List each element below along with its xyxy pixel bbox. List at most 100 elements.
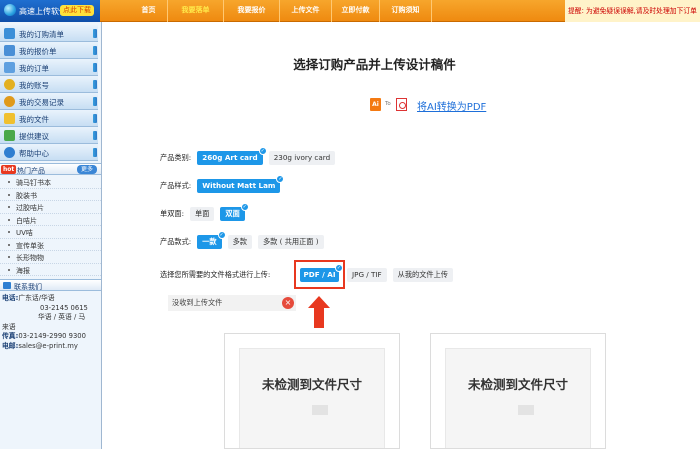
- nav-tab-quote[interactable]: 我要报价: [224, 0, 280, 22]
- file-size-status: 未检测到文件尺寸: [261, 377, 362, 392]
- upload-from-my-files[interactable]: 从我的文件上传: [392, 268, 453, 282]
- fax-label: 传真:: [2, 332, 19, 340]
- phone-number: 03-2145 0615: [40, 303, 88, 312]
- reminder-notice: 提醒: 为避免疑误误解,请及时处理加下订单: [565, 0, 700, 22]
- pdf-file-icon: [396, 98, 407, 111]
- product-list: 骑马钉书本 胶装书 过胶咭片 白咭片 UV咭 宣传单张 长形物物 海报: [0, 175, 101, 276]
- hot-badge: hot: [1, 165, 17, 174]
- product-label: 长形物物: [16, 254, 44, 262]
- product-item[interactable]: 宣传单张: [0, 239, 101, 251]
- product-item[interactable]: 长形物物: [0, 251, 101, 264]
- phone-languages: 华语 / 英语 / 马: [38, 313, 86, 321]
- more-button[interactable]: 更多: [76, 165, 97, 174]
- email-address[interactable]: sales@e-print.my: [18, 342, 78, 350]
- option-multi-design[interactable]: 多款: [227, 235, 252, 249]
- bullet-icon: [8, 231, 10, 233]
- sidebar-item-label: 提供建议: [19, 132, 49, 141]
- bullet-icon: [8, 218, 10, 221]
- sidebar-item-files[interactable]: 我的文件: [0, 110, 98, 127]
- file-size-card[interactable]: 未检测到文件尺寸: [430, 333, 606, 449]
- sidebar-item-cart[interactable]: 我的订购清单: [0, 25, 98, 42]
- file-size-card[interactable]: 未检测到文件尺寸: [224, 333, 400, 449]
- design-count-row: 产品款式: 一款 ✓ 多款 多款 ( 共用正面 ): [160, 231, 330, 250]
- chevron-right-icon: [93, 29, 97, 38]
- bullet-icon: [8, 193, 10, 196]
- user-icon: [4, 79, 15, 90]
- product-item[interactable]: 白咭片: [0, 214, 101, 226]
- option-pdf-ai[interactable]: PDF / AI ✓: [300, 264, 343, 282]
- option-label: 双面: [225, 209, 240, 218]
- envelope-icon: [3, 282, 11, 289]
- top-bar: 高速上传软件 点此下载 首页 我要落单 我要报价 上传文件 立即付款 订购须知 …: [0, 0, 700, 22]
- convert-ai-to-pdf-link[interactable]: 将AI转换为PDF: [417, 98, 486, 113]
- coins-icon: [4, 96, 15, 107]
- check-icon: ✓: [276, 175, 285, 183]
- option-single-side[interactable]: 单面: [190, 207, 215, 221]
- nav-tab-upload[interactable]: 上传文件: [280, 0, 332, 22]
- check-icon: ✓: [217, 231, 226, 239]
- option-jpg-tif[interactable]: JPG / TIF: [347, 268, 387, 282]
- main-nav: 首页 我要落单 我要报价 上传文件 立即付款 订购须知: [130, 0, 432, 22]
- download-badge[interactable]: 点此下载: [60, 5, 94, 16]
- option-multi-shared-front[interactable]: 多款 ( 共用正面 ): [257, 235, 324, 249]
- option-without-matt-lam[interactable]: Without Matt Lam ✓: [197, 175, 285, 193]
- sidebar-item-help[interactable]: 帮助中心: [0, 144, 98, 161]
- design-count-label: 产品款式:: [160, 237, 192, 246]
- hot-products-header: hot 热门产品 更多: [0, 163, 101, 175]
- nav-tab-home[interactable]: 首页: [130, 0, 168, 22]
- product-item[interactable]: 海报: [0, 264, 101, 276]
- to-label: To: [385, 101, 391, 107]
- contact-header: 联系我们: [0, 279, 101, 291]
- page-title: 选择订购产品并上传设计稿件: [293, 57, 456, 72]
- product-item[interactable]: 过胶咭片: [0, 201, 101, 214]
- folder-icon: [4, 113, 15, 124]
- sidebar-item-account[interactable]: 我的账号: [0, 76, 98, 93]
- product-label: 骑马钉书本: [16, 179, 51, 187]
- option-260g-art-card[interactable]: 260g Art card ✓: [197, 147, 267, 165]
- cart-icon: [4, 28, 15, 39]
- globe-icon: [4, 4, 16, 16]
- file-format-label: 选择您所需要的文件格式进行上传:: [160, 270, 271, 279]
- close-icon[interactable]: ×: [282, 297, 294, 309]
- sidebar-item-label: 我的订购清单: [19, 30, 64, 39]
- sidebar-item-orders[interactable]: 我的订单: [0, 59, 98, 76]
- chevron-right-icon: [93, 131, 97, 140]
- sides-label: 单双面:: [160, 209, 184, 218]
- product-category-row: 产品类别: 260g Art card ✓ 230g ivory card: [160, 147, 341, 166]
- nav-tab-notice[interactable]: 订购须知: [380, 0, 432, 22]
- option-230g-ivory-card[interactable]: 230g ivory card: [268, 151, 336, 165]
- option-double-side[interactable]: 双面 ✓: [220, 203, 249, 221]
- chevron-right-icon: [93, 97, 97, 106]
- product-item[interactable]: UV咭: [0, 226, 101, 239]
- hot-products-title: 热门产品: [17, 167, 45, 175]
- app-logo[interactable]: 高速上传软件 点此下载: [0, 0, 100, 22]
- check-icon: ✓: [240, 203, 249, 211]
- bullet-icon: [8, 206, 10, 208]
- pencil-icon: [4, 130, 15, 141]
- list-icon: [4, 45, 15, 56]
- nav-tab-order[interactable]: 我要落单: [168, 0, 224, 22]
- sidebar-item-quotes[interactable]: 我的报价单: [0, 42, 98, 59]
- upload-status-text: 没收到上传文件: [172, 298, 223, 307]
- sidebar-item-label: 我的交易记录: [19, 98, 64, 107]
- arrow-up-icon: [308, 296, 330, 328]
- product-item[interactable]: 胶装书: [0, 189, 101, 201]
- bullet-icon: [8, 181, 10, 183]
- product-item[interactable]: 骑马钉书本: [0, 176, 101, 189]
- sidebar-item-label: 我的文件: [19, 115, 49, 124]
- phone-languages-cont: 来语: [2, 322, 16, 331]
- option-one-design[interactable]: 一款 ✓: [197, 231, 226, 249]
- contact-info: 电话:广东话/华语 03-2145 0615 华语 / 英语 / 马 来语 传真…: [0, 291, 101, 351]
- contact-title: 联系我们: [14, 283, 42, 291]
- order-icon: [4, 62, 15, 73]
- bullet-icon: [8, 243, 10, 246]
- product-style-label: 产品样式:: [160, 181, 192, 190]
- chevron-right-icon: [93, 114, 97, 123]
- pdf-ai-highlight: PDF / AI ✓: [294, 260, 345, 289]
- option-label: PDF / AI: [303, 270, 336, 279]
- phone-label: 电话:: [2, 294, 19, 302]
- sidebar-item-transactions[interactable]: 我的交易记录: [0, 93, 98, 110]
- nav-tab-pay[interactable]: 立即付款: [332, 0, 380, 22]
- sidebar-item-suggest[interactable]: 提供建议: [0, 127, 98, 144]
- sidebar-item-label: 我的账号: [19, 81, 49, 90]
